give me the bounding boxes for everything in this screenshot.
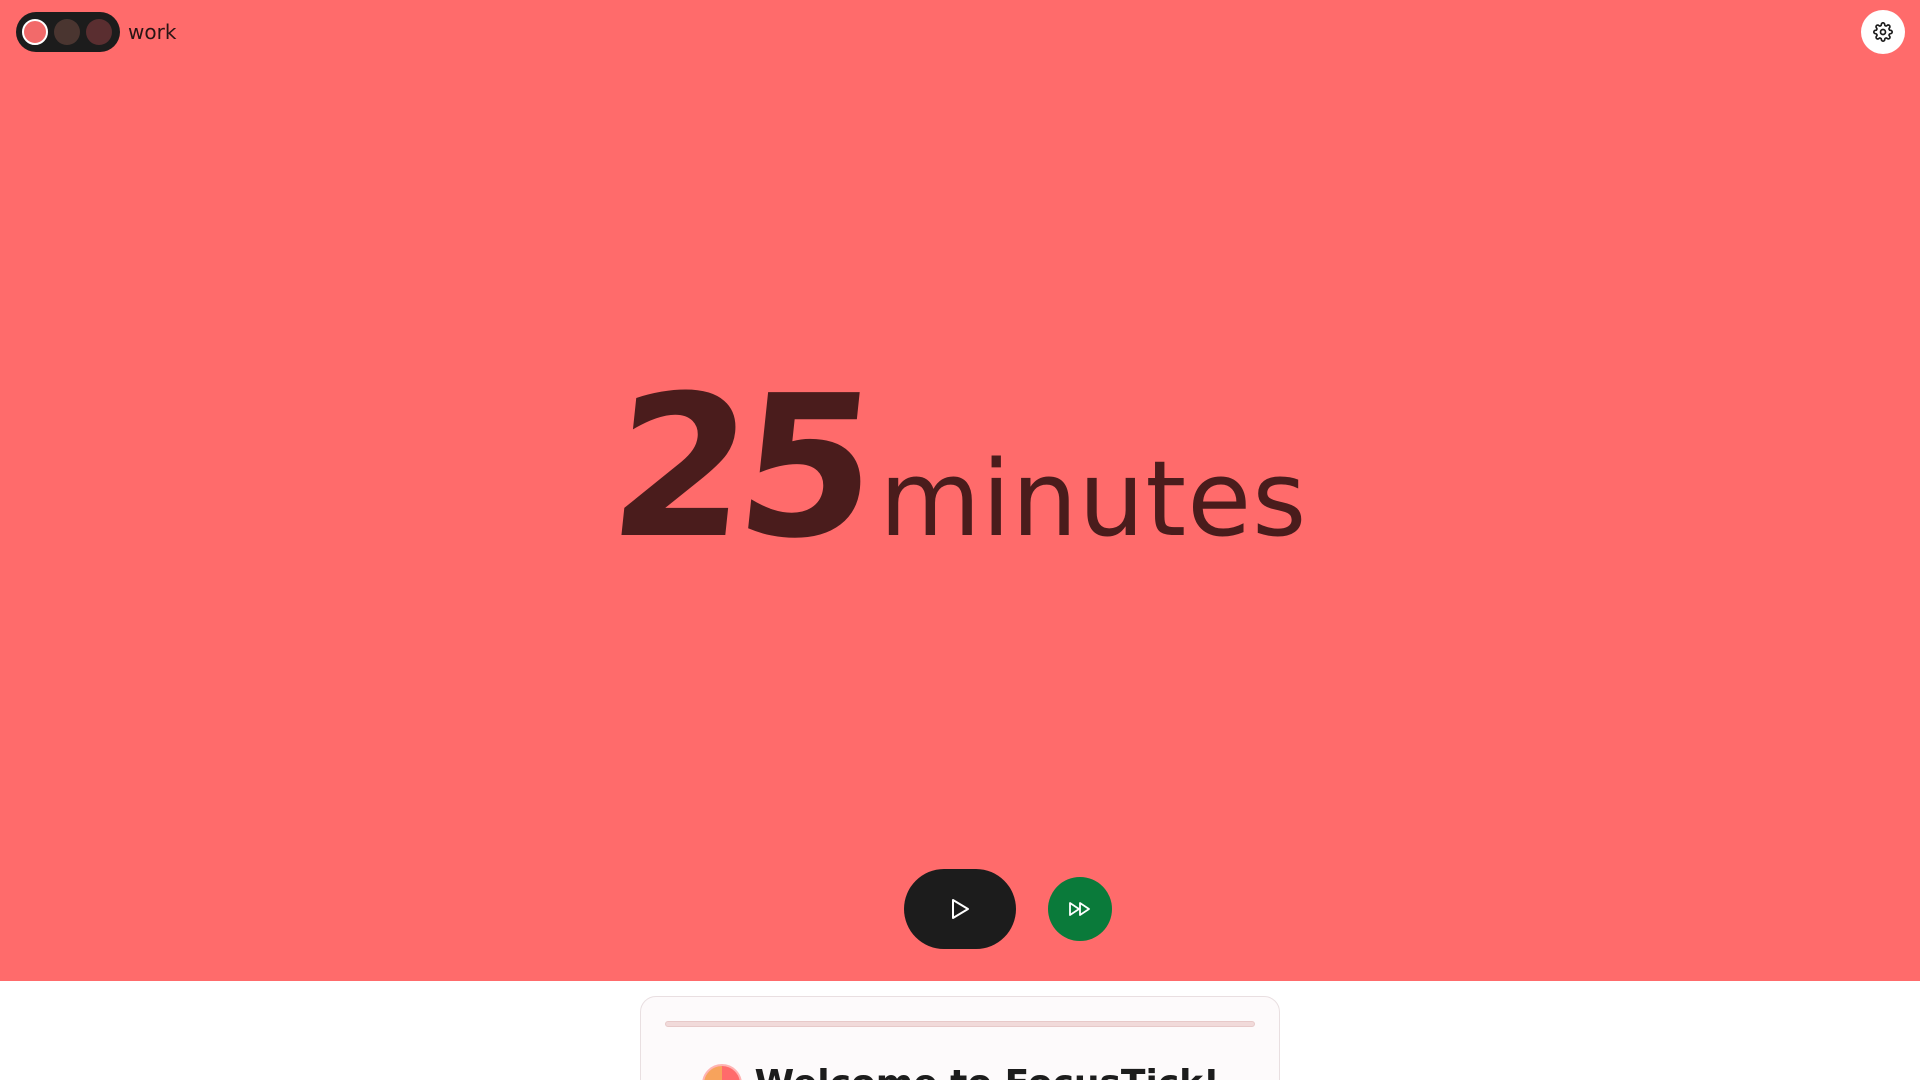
play-icon xyxy=(952,899,969,919)
mode-option-short-break[interactable] xyxy=(54,19,80,45)
skip-button[interactable] xyxy=(1048,877,1112,941)
settings-button[interactable] xyxy=(1861,10,1905,54)
play-button[interactable] xyxy=(904,869,1016,949)
mode-option-work[interactable] xyxy=(22,19,48,45)
welcome-title: Welcome to FocusTick! xyxy=(754,1063,1219,1080)
timer-value: 25 xyxy=(600,354,878,582)
welcome-header: Welcome to FocusTick! xyxy=(641,1063,1279,1080)
onboarding-progress xyxy=(665,1021,1255,1027)
fast-forward-icon xyxy=(1069,902,1090,916)
timer-unit: minutes xyxy=(879,438,1308,560)
app-root: work 25 minutes xyxy=(0,0,1920,1080)
timer-panel: work 25 minutes xyxy=(0,0,1920,981)
timer-display: 25 minutes xyxy=(0,354,1920,582)
mode-switcher[interactable] xyxy=(16,12,120,52)
gear-icon xyxy=(1873,22,1893,42)
app-logo xyxy=(702,1063,743,1080)
mode-label: work xyxy=(128,20,177,44)
mode-option-long-break[interactable] xyxy=(86,19,112,45)
welcome-card: Welcome to FocusTick! xyxy=(640,996,1280,1080)
